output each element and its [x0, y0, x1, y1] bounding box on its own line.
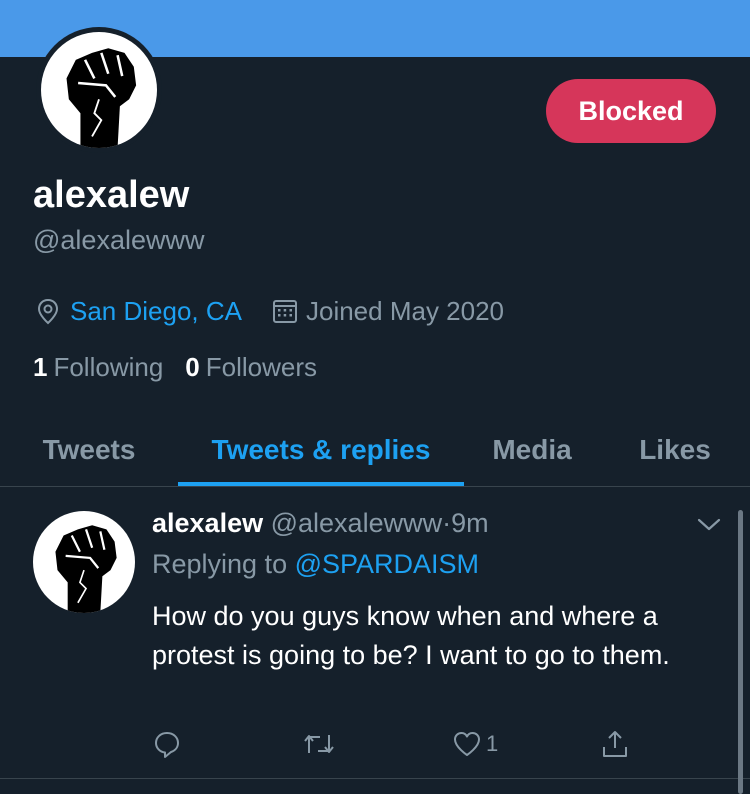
like-count: 1	[486, 731, 499, 756]
profile-meta: San Diego, CA Joined May 2020	[33, 294, 504, 328]
tweet-author-handle[interactable]: @alexalewww	[271, 508, 442, 538]
tab-tweets-and-replies[interactable]: Tweets & replies	[178, 414, 464, 486]
chevron-down-icon[interactable]	[696, 514, 722, 536]
replying-to-label: Replying to	[152, 549, 288, 579]
location-pin-icon	[33, 296, 63, 326]
tweet-author-name[interactable]: alexalew	[152, 508, 263, 538]
scrollbar[interactable]	[738, 510, 743, 794]
reply-button[interactable]	[152, 726, 182, 762]
profile-tabs: Tweets Tweets & replies Media Likes	[0, 414, 750, 487]
profile-joined-date: Joined May 2020	[305, 295, 505, 326]
tweet-separator: ·	[442, 508, 452, 538]
profile-location[interactable]: San Diego, CA	[70, 296, 242, 327]
tab-media[interactable]: Media	[464, 414, 600, 486]
raised-fist-icon	[55, 525, 117, 613]
profile-handle: @alexalewww	[33, 225, 205, 255]
follow-counts: 1 Following 0 Followers	[33, 352, 317, 383]
following-label: Following	[53, 352, 164, 382]
tab-likes[interactable]: Likes	[600, 414, 750, 486]
like-button[interactable]: 1	[452, 726, 498, 762]
followers-label: Followers	[205, 352, 318, 382]
profile-avatar[interactable]	[36, 27, 162, 153]
following-count: 1	[33, 352, 48, 382]
profile-display-name: alexalew	[33, 174, 190, 216]
replying-to: Replying to @SPARDAISM	[152, 549, 479, 580]
share-icon	[603, 731, 627, 757]
heart-icon	[454, 732, 480, 756]
retweet-button[interactable]	[302, 726, 336, 762]
reply-bubble-icon	[155, 732, 179, 758]
tweet-body: How do you guys know when and where a pr…	[152, 601, 670, 670]
tweet-avatar[interactable]	[33, 511, 135, 613]
following-link[interactable]: 1 Following	[33, 352, 163, 383]
raised-fist-icon	[66, 48, 137, 148]
blocked-button[interactable]: Blocked	[546, 79, 716, 143]
retweet-icon	[304, 735, 334, 753]
tweet-divider	[0, 778, 750, 779]
tweet-timestamp[interactable]: 9m	[451, 508, 489, 538]
calendar-icon	[270, 296, 300, 326]
followers-link[interactable]: 0 Followers	[185, 352, 317, 383]
tweet-actions: 1	[0, 726, 750, 762]
active-tab-indicator	[178, 482, 464, 486]
tab-tweets[interactable]: Tweets	[0, 414, 178, 486]
replying-to-mention[interactable]: @SPARDAISM	[295, 549, 479, 579]
share-button[interactable]	[600, 726, 630, 762]
tweet-header: alexalew @alexalewww·9m	[152, 508, 489, 539]
followers-count: 0	[185, 352, 200, 382]
